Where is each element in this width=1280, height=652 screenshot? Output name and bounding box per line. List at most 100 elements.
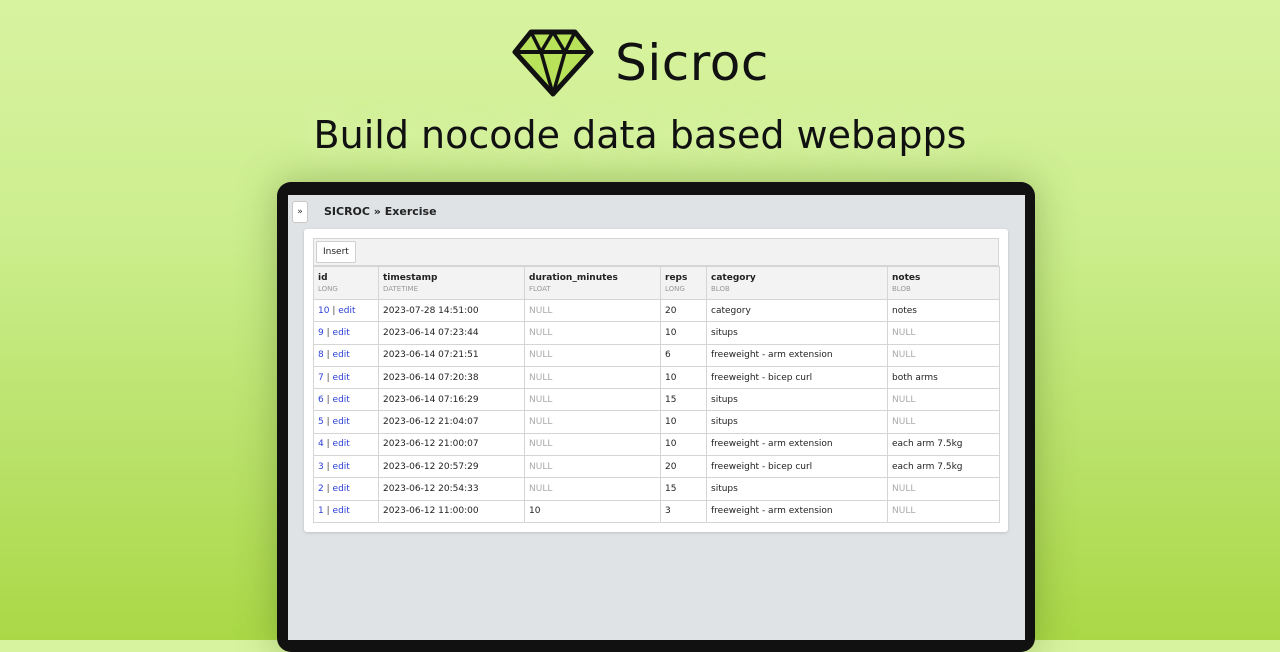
cell-notes: notes [887, 298, 1000, 323]
data-table: id LONG timestamp DATETIME duration_minutes F… [313, 266, 1000, 523]
cell-category: situps [706, 388, 888, 412]
column-header-timestamp[interactable]: timestamp DATETIME [378, 266, 525, 300]
id-separator: | [326, 461, 330, 472]
cell-id: 3 | edit [313, 455, 379, 479]
row-id-link[interactable]: 2 [318, 484, 324, 494]
cell-timestamp: 2023-06-14 07:16:29 [378, 388, 525, 412]
edit-link[interactable]: edit [333, 506, 350, 516]
cell-id: 6 | edit [313, 388, 379, 412]
row-id-link[interactable]: 1 [318, 506, 324, 516]
cell-timestamp: 2023-06-12 11:00:00 [378, 499, 525, 523]
breadcrumb: SICROC » Exercise [324, 205, 437, 218]
table-row: 10 | edit 2023-07-28 14:51:00 NULL 20 catego… [313, 298, 1000, 323]
cell-reps: 15 [660, 388, 707, 412]
cell-duration-minutes: NULL [524, 298, 661, 323]
column-name: duration_minutes [529, 273, 618, 283]
cell-id: 8 | edit [313, 343, 379, 367]
id-separator: | [326, 327, 330, 338]
edit-link[interactable]: edit [333, 395, 350, 405]
row-id-link[interactable]: 5 [318, 417, 324, 427]
row-id-link[interactable]: 8 [318, 350, 324, 360]
column-header-notes[interactable]: notes BLOB [887, 266, 1000, 300]
cell-category: freeweight - arm extension [706, 343, 888, 367]
cell-id: 1 | edit [313, 499, 379, 523]
cell-reps: 10 [660, 321, 707, 345]
row-id-link[interactable]: 10 [318, 306, 329, 316]
column-name: reps [665, 273, 688, 283]
cell-notes: each arm 7.5kg [887, 432, 1000, 457]
cell-reps: 15 [660, 477, 707, 501]
cell-timestamp: 2023-06-12 21:00:07 [378, 432, 525, 457]
cell-notes: each arm 7.5kg [887, 455, 1000, 479]
edit-link[interactable]: edit [333, 328, 350, 338]
cell-reps: 3 [660, 499, 707, 523]
cell-id: 7 | edit [313, 365, 379, 390]
column-name: timestamp [383, 273, 438, 283]
cell-reps: 20 [660, 298, 707, 323]
column-type: LONG [665, 285, 685, 293]
cell-duration-minutes: NULL [524, 365, 661, 390]
table-row: 7 | edit 2023-06-14 07:20:38 NULL 10 freewei… [313, 365, 1000, 390]
id-separator: | [332, 305, 336, 316]
cell-duration-minutes: NULL [524, 343, 661, 367]
insert-button[interactable]: Insert [316, 241, 356, 263]
id-separator: | [326, 350, 330, 361]
edit-link[interactable]: edit [333, 439, 350, 449]
table-card: Insert id LONG timestamp DATETIME duration_m… [304, 229, 1008, 532]
cell-category: situps [706, 477, 888, 501]
column-type: FLOAT [529, 285, 551, 293]
table-header-row: id LONG timestamp DATETIME duration_minutes F… [313, 266, 1000, 300]
cell-id: 9 | edit [313, 321, 379, 345]
id-separator: | [326, 372, 330, 383]
cell-timestamp: 2023-07-28 14:51:00 [378, 298, 525, 323]
edit-link[interactable]: edit [333, 373, 350, 383]
cell-duration-minutes: NULL [524, 321, 661, 345]
row-id-link[interactable]: 9 [318, 328, 324, 338]
app-screen: » SICROC » Exercise Insert id LONG timesta… [288, 195, 1025, 640]
column-header-duration-minutes[interactable]: duration_minutes FLOAT [524, 266, 661, 300]
cell-category: freeweight - arm extension [706, 499, 888, 523]
cell-timestamp: 2023-06-14 07:21:51 [378, 343, 525, 367]
row-id-link[interactable]: 3 [318, 462, 324, 472]
edit-link[interactable]: edit [333, 462, 350, 472]
cell-duration-minutes: NULL [524, 432, 661, 457]
cell-notes: NULL [887, 343, 1000, 367]
column-type: BLOB [892, 285, 911, 293]
id-separator: | [326, 506, 330, 517]
brand-name: Sicroc [615, 34, 769, 92]
table-body: 10 | edit 2023-07-28 14:51:00 NULL 20 catego… [313, 298, 1000, 523]
column-header-category[interactable]: category BLOB [706, 266, 888, 300]
edit-link[interactable]: edit [338, 306, 355, 316]
cell-reps: 20 [660, 455, 707, 479]
row-id-link[interactable]: 6 [318, 395, 324, 405]
sidebar-toggle-button[interactable]: » [292, 201, 308, 223]
table-row: 3 | edit 2023-06-12 20:57:29 NULL 20 freewei… [313, 455, 1000, 479]
edit-link[interactable]: edit [333, 350, 350, 360]
edit-link[interactable]: edit [333, 484, 350, 494]
column-type: LONG [318, 285, 338, 293]
cell-category: situps [706, 410, 888, 434]
cell-id: 10 | edit [313, 298, 379, 323]
cell-notes: NULL [887, 477, 1000, 501]
row-id-link[interactable]: 7 [318, 373, 324, 383]
column-type: BLOB [711, 285, 730, 293]
cell-reps: 10 [660, 432, 707, 457]
id-separator: | [326, 394, 330, 405]
cell-duration-minutes: 10 [524, 499, 661, 523]
edit-link[interactable]: edit [333, 417, 350, 427]
brand-header: Sicroc [0, 28, 1280, 98]
cell-duration-minutes: NULL [524, 455, 661, 479]
cell-category: freeweight - bicep curl [706, 365, 888, 390]
column-name: notes [892, 273, 921, 283]
cell-duration-minutes: NULL [524, 477, 661, 501]
cell-notes: NULL [887, 410, 1000, 434]
column-header-id[interactable]: id LONG [313, 266, 379, 300]
cell-reps: 6 [660, 343, 707, 367]
tagline: Build nocode data based webapps [313, 113, 967, 157]
cell-id: 4 | edit [313, 432, 379, 457]
row-id-link[interactable]: 4 [318, 439, 324, 449]
column-header-reps[interactable]: reps LONG [660, 266, 707, 300]
column-type: DATETIME [383, 285, 419, 293]
table-row: 8 | edit 2023-06-14 07:21:51 NULL 6 freeweig… [313, 343, 1000, 367]
cell-notes: NULL [887, 499, 1000, 523]
